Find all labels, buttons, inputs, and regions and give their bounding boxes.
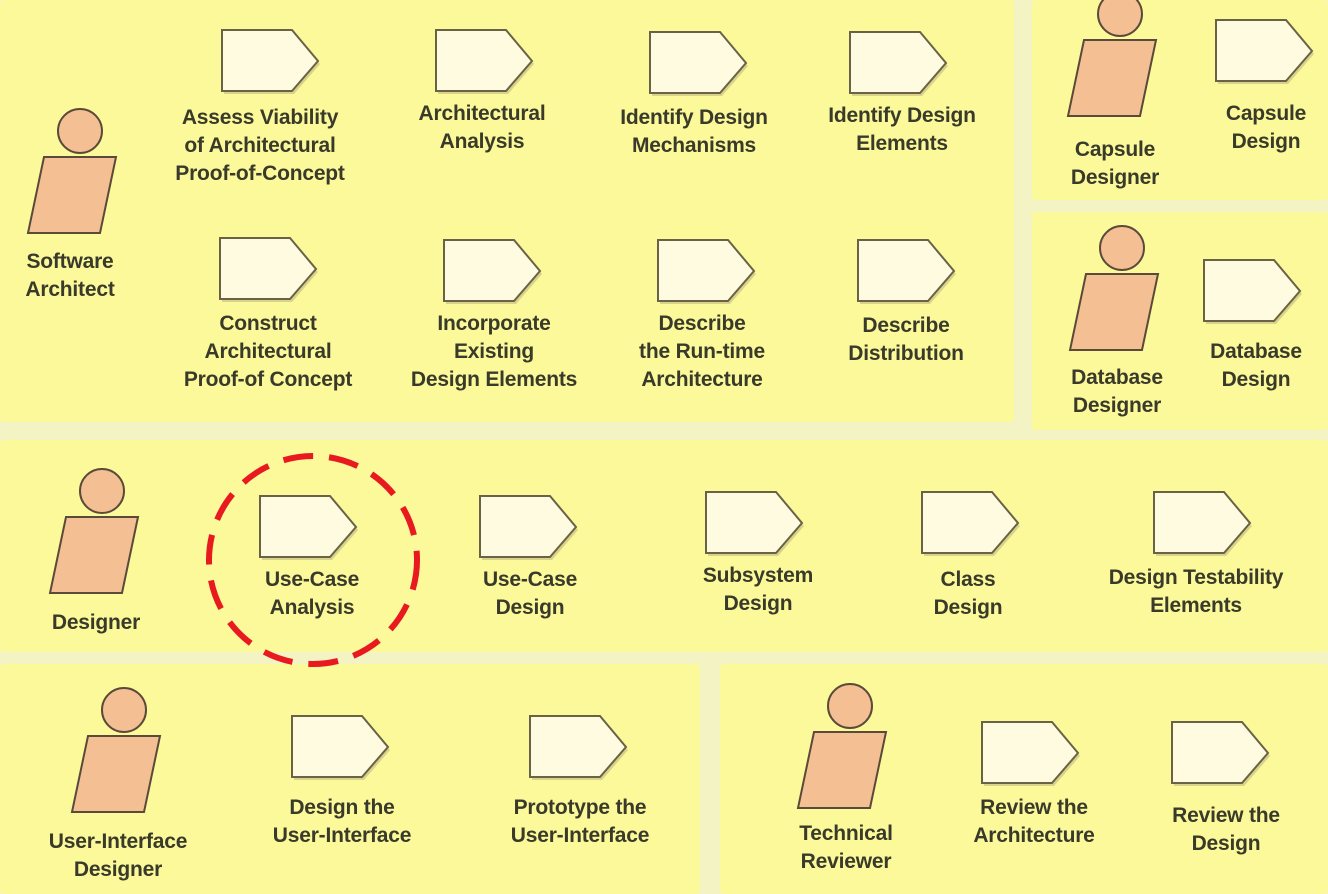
activity-icon (649, 31, 748, 96)
activity-icon (529, 715, 628, 780)
software-architect-role: Software Architect (20, 105, 130, 305)
activity-capsule-design[interactable]: Capsule Design (1214, 18, 1318, 153)
activity-label: Describe Distribution (848, 314, 964, 365)
activity-icon (657, 239, 756, 304)
technical-reviewer-label: Technical Reviewer (799, 822, 893, 873)
activity-icon (1153, 491, 1252, 556)
actor-head (79, 468, 125, 514)
activity-icon (221, 29, 320, 94)
activity-label: Identify Design Mechanisms (620, 106, 768, 157)
ui-designer-label: User-Interface Designer (48, 830, 188, 881)
database-designer-label: Database Designer (1071, 366, 1163, 417)
activity-icon (857, 239, 956, 304)
activity-icon (849, 31, 948, 96)
ui-designer-actor-icon (70, 687, 162, 813)
activity-icon (921, 491, 1020, 556)
activity-review-the-design[interactable]: Review the Design (1170, 720, 1280, 855)
database-designer-actor-icon (1068, 225, 1160, 351)
actor-head (827, 683, 873, 729)
activity-label: Construct Architectural Proof-of Concept (183, 312, 353, 391)
software-architect-actor-icon (26, 108, 118, 234)
activity-icon (291, 715, 390, 780)
activity-review-the-architecture[interactable]: Review the Architecture (973, 720, 1095, 847)
activity-label: Design Testability Elements (1108, 566, 1284, 617)
activity-label: Capsule Design (1225, 102, 1307, 153)
ui-designer-role: User-Interface Designer (49, 684, 187, 884)
activity-identify-design-elements[interactable]: Identify Design Elements (828, 30, 976, 155)
designer-actor-icon (48, 468, 140, 594)
activity-label: Incorporate Existing Design Elements (410, 312, 578, 391)
activity-label: Identify Design Elements (828, 104, 976, 155)
technical-reviewer-actor-icon (796, 683, 888, 809)
capsule-designer-actor-icon (1066, 0, 1158, 117)
activity-label: Use-Case Design (482, 568, 578, 619)
actor-body (26, 156, 118, 234)
activity-database-design[interactable]: Database Design (1202, 258, 1306, 391)
activity-icon (259, 495, 358, 560)
actor-body (48, 516, 140, 594)
activity-assess-viability[interactable]: Assess Viability of Architectural Proof-… (175, 28, 345, 185)
activity-label: Database Design (1210, 340, 1302, 391)
designer-role: Designer (42, 465, 152, 665)
activity-label: Architectural Analysis (418, 102, 546, 153)
activity-label: Review the Design (1172, 804, 1280, 855)
activity-prototype-the-user-interface[interactable]: Prototype the User-Interface (511, 714, 649, 847)
activity-icon (443, 239, 542, 304)
activity-identify-design-mechanisms[interactable]: Identify Design Mechanisms (620, 30, 768, 157)
capsule-designer-label: Capsule Designer (1070, 138, 1160, 189)
activity-design-the-user-interface[interactable]: Design the User-Interface (273, 714, 411, 847)
activity-label: Subsystem Design (702, 564, 814, 615)
activity-icon (1203, 259, 1302, 324)
activity-icon (435, 29, 534, 94)
activity-label: Review the Architecture (973, 796, 1095, 847)
activity-label: Use-Case Analysis (264, 568, 360, 619)
database-designer-role: Database Designer (1062, 222, 1172, 422)
capsule-designer-role: Capsule Designer (1060, 0, 1170, 189)
activity-label: Describe the Run-time Architecture (639, 312, 765, 391)
activity-incorporate-existing-elements[interactable]: Incorporate Existing Design Elements (411, 238, 577, 391)
activity-icon (1215, 19, 1314, 84)
technical-reviewer-role: Technical Reviewer (790, 680, 900, 880)
activity-icon (1171, 721, 1270, 786)
activity-describe-distribution[interactable]: Describe Distribution (848, 238, 964, 365)
software-architect-label: Software Architect (25, 250, 115, 301)
activity-construct-poc[interactable]: Construct Architectural Proof-of Concept (184, 236, 352, 391)
designer-label: Designer (51, 611, 141, 634)
activity-design-testability-elements[interactable]: Design Testability Elements (1109, 490, 1283, 617)
activity-use-case-design[interactable]: Use-Case Design (478, 494, 582, 619)
designer-panel (0, 440, 1328, 652)
activity-icon (479, 495, 578, 560)
activity-describe-runtime-architecture[interactable]: Describe the Run-time Architecture (639, 238, 765, 391)
actor-head (57, 108, 103, 154)
actor-head (1099, 225, 1145, 271)
actor-head (101, 687, 147, 733)
actor-head (1097, 0, 1143, 37)
actor-body (796, 731, 888, 809)
activity-label: Class Design (933, 568, 1003, 619)
actor-body (1068, 273, 1160, 351)
activity-use-case-analysis[interactable]: Use-Case Analysis (258, 494, 362, 619)
activity-subsystem-design[interactable]: Subsystem Design (703, 490, 813, 615)
activity-label: Design the User-Interface (272, 796, 412, 847)
activity-icon (981, 721, 1080, 786)
activity-icon (219, 237, 318, 302)
actor-body (1066, 39, 1158, 117)
activity-architectural-analysis[interactable]: Architectural Analysis (419, 28, 546, 153)
actor-body (70, 735, 162, 813)
activity-label: Assess Viability of Architectural Proof-… (175, 106, 345, 185)
activity-label: Prototype the User-Interface (510, 796, 650, 847)
activity-class-design[interactable]: Class Design (920, 490, 1024, 619)
activity-icon (705, 491, 804, 556)
